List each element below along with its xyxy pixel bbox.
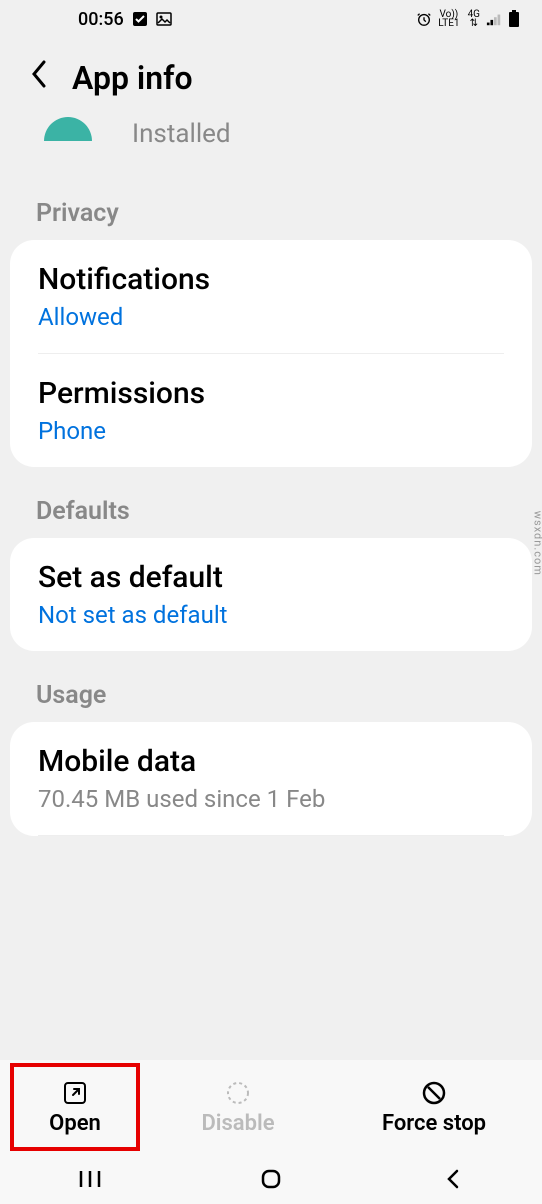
home-button[interactable] bbox=[231, 1167, 311, 1191]
defaults-card: Set as default Not set as default bbox=[10, 538, 532, 651]
header: App info bbox=[0, 38, 542, 125]
volte-indicator: Vo)) LTE1 bbox=[438, 10, 459, 28]
permissions-value: Phone bbox=[38, 417, 504, 445]
bottom-action-bar: Open Disable Force stop bbox=[0, 1060, 542, 1154]
usage-card: Mobile data 70.45 MB used since 1 Feb bbox=[10, 722, 532, 836]
status-left: 00:56 bbox=[78, 9, 172, 30]
disable-icon bbox=[224, 1079, 252, 1107]
set-default-value: Not set as default bbox=[38, 601, 504, 629]
back-icon[interactable] bbox=[28, 58, 48, 97]
defaults-section-header: Defaults bbox=[0, 467, 542, 538]
permissions-item[interactable]: Permissions Phone bbox=[10, 354, 532, 467]
network-indicator: 4G ⇅ bbox=[468, 10, 480, 28]
image-icon bbox=[156, 11, 172, 27]
page-title: App info bbox=[72, 59, 193, 97]
set-default-title: Set as default bbox=[38, 560, 504, 595]
alarm-icon bbox=[416, 11, 432, 27]
recents-button[interactable] bbox=[50, 1169, 130, 1189]
force-stop-button[interactable]: Force stop bbox=[336, 1063, 532, 1151]
usage-section-header: Usage bbox=[0, 651, 542, 722]
open-label: Open bbox=[49, 1111, 101, 1136]
status-bar: 00:56 Vo)) LTE1 4G ⇅ bbox=[0, 0, 542, 38]
status-time: 00:56 bbox=[78, 9, 124, 30]
status-right: Vo)) LTE1 4G ⇅ bbox=[416, 10, 522, 28]
notifications-title: Notifications bbox=[38, 262, 504, 297]
force-stop-icon bbox=[420, 1079, 448, 1107]
mobile-data-title: Mobile data bbox=[38, 744, 504, 779]
back-button[interactable] bbox=[412, 1167, 492, 1191]
disable-label: Disable bbox=[201, 1111, 274, 1136]
notifications-item[interactable]: Notifications Allowed bbox=[10, 240, 532, 353]
watermark: wsxdn.com bbox=[532, 511, 542, 576]
app-summary-row: Installed bbox=[0, 125, 542, 169]
battery-icon bbox=[506, 11, 522, 27]
checkbox-icon bbox=[132, 11, 148, 27]
privacy-section-header: Privacy bbox=[0, 169, 542, 240]
signal-icon bbox=[486, 11, 502, 27]
divider bbox=[38, 835, 504, 836]
permissions-title: Permissions bbox=[38, 376, 504, 411]
open-button[interactable]: Open bbox=[10, 1063, 140, 1151]
set-default-item[interactable]: Set as default Not set as default bbox=[10, 538, 532, 651]
installed-label: Installed bbox=[132, 119, 231, 149]
mobile-data-item[interactable]: Mobile data 70.45 MB used since 1 Feb bbox=[10, 722, 532, 835]
notifications-value: Allowed bbox=[38, 303, 504, 331]
open-icon bbox=[61, 1079, 89, 1107]
navigation-bar bbox=[0, 1154, 542, 1204]
disable-button[interactable]: Disable bbox=[140, 1063, 336, 1151]
privacy-card: Notifications Allowed Permissions Phone bbox=[10, 240, 532, 467]
force-stop-label: Force stop bbox=[382, 1111, 486, 1136]
mobile-data-value: 70.45 MB used since 1 Feb bbox=[38, 785, 504, 813]
